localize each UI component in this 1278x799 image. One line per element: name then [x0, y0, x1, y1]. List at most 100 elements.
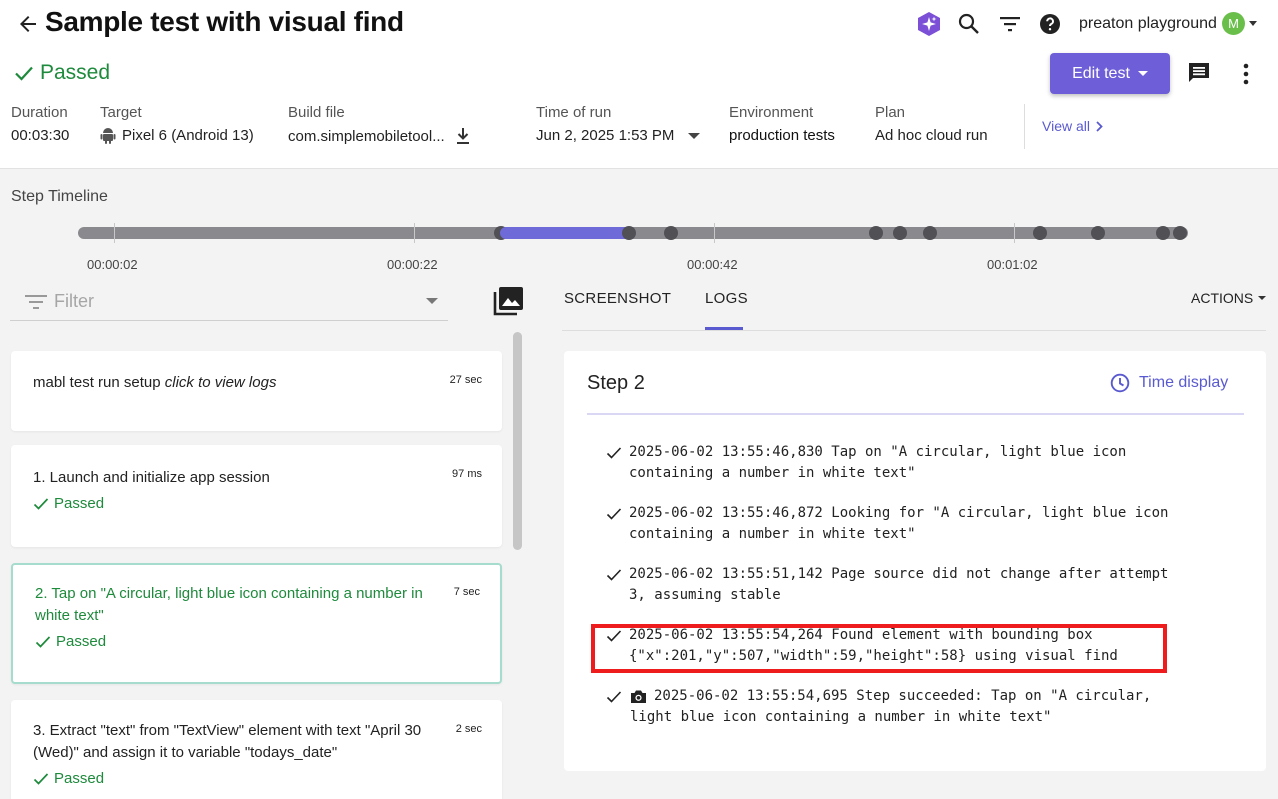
timeline-step-marker[interactable]	[869, 226, 883, 240]
edit-test-button[interactable]: Edit test	[1050, 53, 1170, 94]
log-line: 2025-06-02 13:55:54,264 Found element wi…	[629, 627, 1093, 643]
step-card-setup[interactable]: mabl test run setup click to view logs 2…	[11, 351, 502, 431]
tab-logs[interactable]: LOGS	[705, 290, 748, 307]
more-vert-icon[interactable]	[1242, 63, 1250, 85]
timeline-label: 00:00:02	[87, 257, 138, 272]
step-duration: 7 sec	[453, 586, 480, 598]
chevron-right-icon	[1096, 120, 1103, 132]
step-card-2[interactable]: 2. Tap on "A circular, light blue icon c…	[11, 563, 502, 684]
tabs-divider	[562, 330, 1266, 331]
time-display-label: Time display	[1139, 374, 1229, 391]
log-text: 2025-06-02 13:55:54,695 Step succeeded: …	[606, 686, 1151, 728]
active-tab-indicator	[705, 327, 743, 330]
log-text: 2025-06-02 13:55:54,264 Found element wi…	[629, 625, 1118, 667]
filter-placeholder: Filter	[54, 291, 94, 311]
step-title-text: mabl test run setup	[33, 374, 161, 391]
check-icon	[33, 772, 49, 785]
status-text: Passed	[40, 61, 111, 84]
step-title: mabl test run setup click to view logs	[33, 372, 443, 394]
meta-value: Pixel 6 (Android 13)	[122, 127, 254, 144]
meta-value: Jun 2, 2025 1:53 PM	[536, 127, 675, 144]
check-icon	[606, 447, 622, 459]
timeline-title: Step Timeline	[11, 188, 108, 205]
meta-label: Time of run	[536, 104, 612, 121]
timeline-step-marker[interactable]	[1173, 226, 1187, 240]
step-card-1[interactable]: 1. Launch and initialize app session 97 …	[11, 445, 502, 547]
check-icon	[606, 630, 622, 642]
meta-label: Environment	[729, 104, 814, 121]
back-arrow-icon[interactable]	[16, 11, 40, 37]
meta-label: Duration	[11, 104, 68, 121]
filter-list-icon	[25, 295, 47, 309]
view-all-label: View all	[1042, 118, 1090, 134]
step-timeline: Step Timeline 00:00:02 00:00:22 00:00:42…	[0, 169, 1278, 284]
tab-screenshot[interactable]: SCREENSHOT	[564, 290, 671, 307]
search-icon[interactable]	[957, 12, 981, 36]
android-icon	[100, 128, 116, 144]
log-line: containing a number in white text"	[629, 526, 916, 542]
download-icon[interactable]	[455, 127, 471, 145]
chevron-down-icon[interactable]	[1249, 21, 1257, 26]
step-card-3[interactable]: 3. Extract "text" from "TextView" elemen…	[11, 700, 502, 799]
chevron-down-icon	[688, 132, 701, 139]
divider	[1024, 104, 1025, 149]
timeline-step-marker[interactable]	[893, 226, 907, 240]
help-icon[interactable]	[1038, 12, 1062, 36]
details-panel: SCREENSHOT LOGS ACTIONS Step 2 Time disp…	[540, 284, 1278, 799]
timeline-tick	[414, 223, 415, 243]
meta-value: 00:03:30	[11, 127, 70, 144]
log-text: 2025-06-02 13:55:46,830 Tap on "A circul…	[629, 442, 1126, 484]
steps-panel: Filter mabl test run setup click to view…	[0, 284, 540, 799]
timeline-step-marker[interactable]	[664, 226, 678, 240]
check-icon	[33, 497, 49, 510]
scrollbar-thumb[interactable]	[513, 332, 522, 550]
meta-label: Plan	[875, 104, 906, 121]
meta-value: com.simplemobiletool...	[288, 127, 445, 145]
timeline-step-marker[interactable]	[923, 226, 937, 240]
step-duration: 27 sec	[449, 374, 482, 386]
step-status-text: Passed	[56, 633, 107, 650]
step-title: 3. Extract "text" from "TextView" elemen…	[33, 722, 422, 761]
filter-select[interactable]: Filter	[10, 284, 448, 321]
log-card: Step 2 Time display 2025-06-02 13:55:46,…	[564, 351, 1266, 771]
check-icon	[606, 569, 622, 581]
avatar[interactable]: M	[1222, 12, 1245, 35]
log-line: light blue icon containing a number in w…	[630, 709, 1052, 725]
status-badge: Passed	[12, 61, 110, 85]
image-gallery-icon[interactable]	[492, 285, 524, 317]
meta-duration: Duration 00:03:30	[11, 104, 69, 144]
timeline-selected-step[interactable]	[500, 227, 630, 239]
user-name[interactable]: preaton playground	[1079, 15, 1217, 33]
step-title: 2. Tap on "A circular, light blue icon c…	[35, 585, 423, 624]
log-text: 2025-06-02 13:55:51,142 Page source did …	[629, 564, 1168, 606]
step-status: Passed	[33, 770, 104, 787]
comment-icon[interactable]	[1187, 61, 1211, 85]
view-all-link[interactable]: View all	[1042, 118, 1103, 134]
step-title-link[interactable]: click to view logs	[165, 374, 277, 391]
log-line: 3, assuming stable	[629, 587, 781, 603]
log-line: 2025-06-02 13:55:51,142 Page source did …	[629, 566, 1169, 582]
timeline-tick	[714, 223, 715, 243]
filter-list-icon[interactable]	[998, 12, 1022, 36]
log-line: containing a number in white text"	[629, 465, 916, 481]
time-display-button[interactable]: Time display	[1110, 373, 1228, 393]
step-status: Passed	[35, 633, 106, 650]
meta-label: Target	[100, 104, 142, 121]
time-of-run-select[interactable]: Jun 2, 2025 1:53 PM	[536, 127, 701, 144]
log-line: 2025-06-02 13:55:54,695 Step succeeded: …	[654, 688, 1152, 704]
check-icon	[35, 635, 51, 648]
timeline-step-marker[interactable]	[1156, 226, 1170, 240]
timeline-label: 00:01:02	[987, 257, 1038, 272]
meta-value[interactable]: Ad hoc cloud run	[875, 127, 988, 144]
log-step-title: Step 2	[587, 372, 645, 394]
log-divider	[587, 413, 1244, 415]
ai-assistant-icon[interactable]	[916, 11, 942, 37]
timeline-step-marker[interactable]	[1033, 226, 1047, 240]
timeline-step-marker[interactable]	[1091, 226, 1105, 240]
chevron-down-icon	[1137, 71, 1148, 76]
actions-menu[interactable]: ACTIONS	[1191, 290, 1267, 306]
timeline-step-marker[interactable]	[622, 226, 636, 240]
meta-time-of-run: Time of run Jun 2, 2025 1:53 PM	[536, 104, 701, 144]
edit-test-label: Edit test	[1072, 64, 1130, 82]
meta-label: Build file	[288, 104, 345, 121]
